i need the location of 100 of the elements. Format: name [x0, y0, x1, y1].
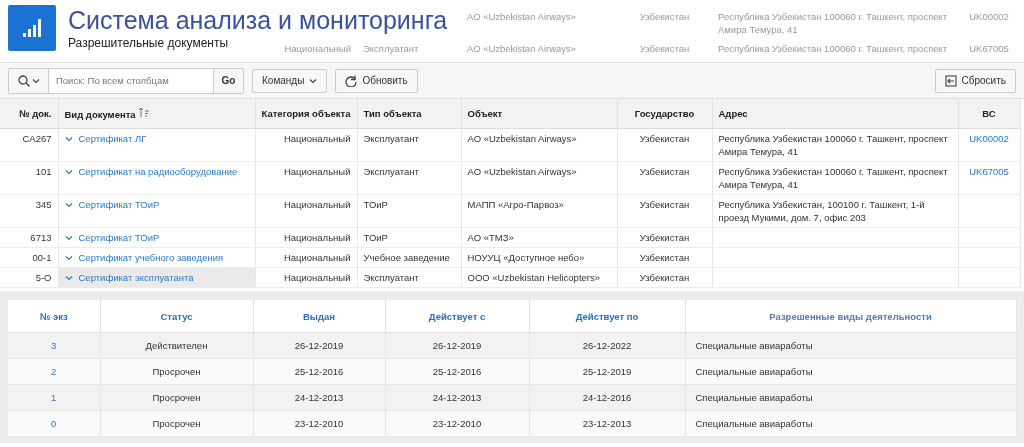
column-header[interactable]: Тип объекта [357, 99, 461, 129]
table-cell: Действителен [100, 332, 253, 359]
search-field[interactable]: Поиск: По всем столбцам Go [8, 67, 244, 94]
background-text: UK67005 [968, 42, 1010, 55]
table-cell: 24-12-2013 [385, 384, 529, 411]
column-header[interactable]: Выдан [253, 300, 385, 333]
table-cell: 25-12-2016 [385, 358, 529, 385]
bars-icon [23, 19, 41, 37]
table-cell: Национальный [255, 161, 357, 195]
table-cell: АО «Uzbekistan Airways» [461, 128, 617, 162]
background-text: АО «Uzbekistan Airways» [466, 42, 578, 55]
document-link[interactable]: Сертификат на радиооборудование [78, 165, 238, 178]
table-cell: 00-1 [0, 247, 58, 268]
document-link[interactable]: Сертификат эксплуатанта [78, 271, 194, 284]
go-button[interactable]: Go [213, 68, 243, 93]
table-cell: ТОиР [357, 194, 461, 228]
table-cell: 25-12-2016 [253, 358, 385, 385]
copy-link[interactable]: 1 [51, 392, 57, 403]
table-cell: Специальные авиаработы [685, 384, 1016, 411]
app-title: Система анализа и мониторинга [68, 5, 448, 35]
expand-caret-icon [64, 135, 73, 142]
column-header[interactable]: Статус [100, 300, 253, 333]
reset-button[interactable]: Сбросить [934, 68, 1016, 93]
table-cell: Национальный [255, 247, 357, 268]
aircraft-link[interactable]: UK00002 [969, 133, 1009, 144]
expand-caret-icon [64, 234, 73, 241]
table-cell: 101 [0, 161, 58, 195]
table-cell: 24-12-2013 [253, 384, 385, 411]
reset-icon [944, 74, 957, 87]
column-header[interactable]: Объект [461, 99, 617, 129]
table-cell: Эксплуатант [357, 128, 461, 162]
table-cell: Просрочен [100, 384, 253, 411]
column-header[interactable]: Вид документа [58, 99, 255, 129]
copy-link[interactable]: 2 [51, 366, 57, 377]
document-link[interactable]: Сертификат ЛГ [78, 132, 147, 145]
document-link[interactable]: Сертификат учебного заведения [78, 251, 224, 264]
background-text: Республика Узбекистан 100060 г. Ташкент, проспект Амира Темура, 41 [717, 10, 949, 36]
column-header[interactable]: ВС [958, 99, 1020, 129]
column-header[interactable]: Государство [617, 99, 712, 129]
table-cell: Узбекистан [617, 247, 712, 268]
table-cell[interactable]: Сертификат на радиооборудование [58, 161, 255, 195]
background-text: Узбекистан [638, 42, 691, 55]
caret-icon [309, 77, 318, 84]
document-link[interactable]: Сертификат ТОиР [78, 198, 160, 211]
aircraft-link[interactable]: UK67005 [969, 166, 1009, 177]
caret-icon [31, 77, 40, 84]
column-header[interactable]: Разрешенные виды деятельности [685, 300, 1016, 333]
table-cell[interactable]: Сертификат ТОиР [58, 194, 255, 228]
table-cell: Специальные авиаработы [685, 332, 1016, 359]
table-cell: Эксплуатант [357, 161, 461, 195]
background-text: Узбекистан [638, 10, 691, 24]
table-cell: CA267 [0, 128, 58, 162]
copy-link[interactable]: 0 [51, 418, 57, 429]
table-cell: Узбекистан [617, 194, 712, 228]
table-cell: Узбекистан [617, 128, 712, 162]
background-text: Эксплуатант [362, 42, 420, 55]
table-cell: ТОиР [357, 227, 461, 248]
table-cell: 26-12-2022 [529, 332, 685, 359]
expand-caret-icon [64, 201, 73, 208]
column-header[interactable]: № док. [0, 99, 58, 129]
table-cell: 23-12-2010 [253, 410, 385, 437]
document-link[interactable]: Сертификат ТОиР [78, 231, 160, 244]
table-cell: 23-12-2010 [385, 410, 529, 437]
table-cell: 5-O [0, 267, 58, 288]
page-subtitle: Разрешительные документы [68, 35, 229, 51]
copy-link[interactable]: 3 [51, 340, 57, 351]
expand-caret-icon [64, 274, 73, 281]
table-cell: 6713 [0, 227, 58, 248]
expand-caret-icon [64, 254, 73, 261]
column-header[interactable]: Категория объекта [255, 99, 357, 129]
background-text: Национальный [283, 42, 352, 55]
column-header[interactable]: Действует с [385, 300, 529, 333]
table-cell: Узбекистан [617, 267, 712, 288]
table-cell: 25-12-2019 [529, 358, 685, 385]
background-text: Республика Узбекистан 100060 г. Ташкент, проспект [717, 42, 949, 55]
table-cell: Узбекистан [617, 161, 712, 195]
table-cell: 345 [0, 194, 58, 228]
table-cell: АО «Uzbekistan Airways» [461, 161, 617, 195]
table-cell: Узбекистан [617, 227, 712, 248]
table-cell: ООО «Uzbekistan Helicopters» [461, 267, 617, 288]
table-cell: Национальный [255, 128, 357, 162]
column-header[interactable]: Действует по [529, 300, 685, 333]
table-cell: Республика Узбекистан 100060 г. Ташкент, проспект Амира Темура, 41 [712, 128, 958, 162]
table-cell: 26-12-2019 [385, 332, 529, 359]
column-header[interactable]: № экз [8, 300, 100, 333]
table-cell[interactable]: Сертификат ТОиР [58, 227, 255, 248]
table-cell: Национальный [255, 194, 357, 228]
table-cell: Специальные авиаработы [685, 410, 1016, 437]
table-cell[interactable]: Сертификат учебного заведения [58, 247, 255, 268]
table-cell: Просрочен [100, 410, 253, 437]
refresh-button[interactable]: Обновить [335, 68, 418, 93]
commands-button[interactable]: Команды [252, 68, 328, 93]
table-cell: Эксплуатант [357, 267, 461, 288]
table-cell: МАПП «Агро-Парвоз» [461, 194, 617, 228]
column-header[interactable]: Адрес [712, 99, 958, 129]
table-cell[interactable]: Сертификат ЛГ [58, 128, 255, 162]
refresh-icon [345, 74, 358, 87]
table-cell: Республика Узбекистан 100060 г. Ташкент, проспект Амира Темура, 41 [712, 161, 958, 195]
table-cell: Национальный [255, 227, 357, 248]
table-cell: Национальный [255, 267, 357, 288]
